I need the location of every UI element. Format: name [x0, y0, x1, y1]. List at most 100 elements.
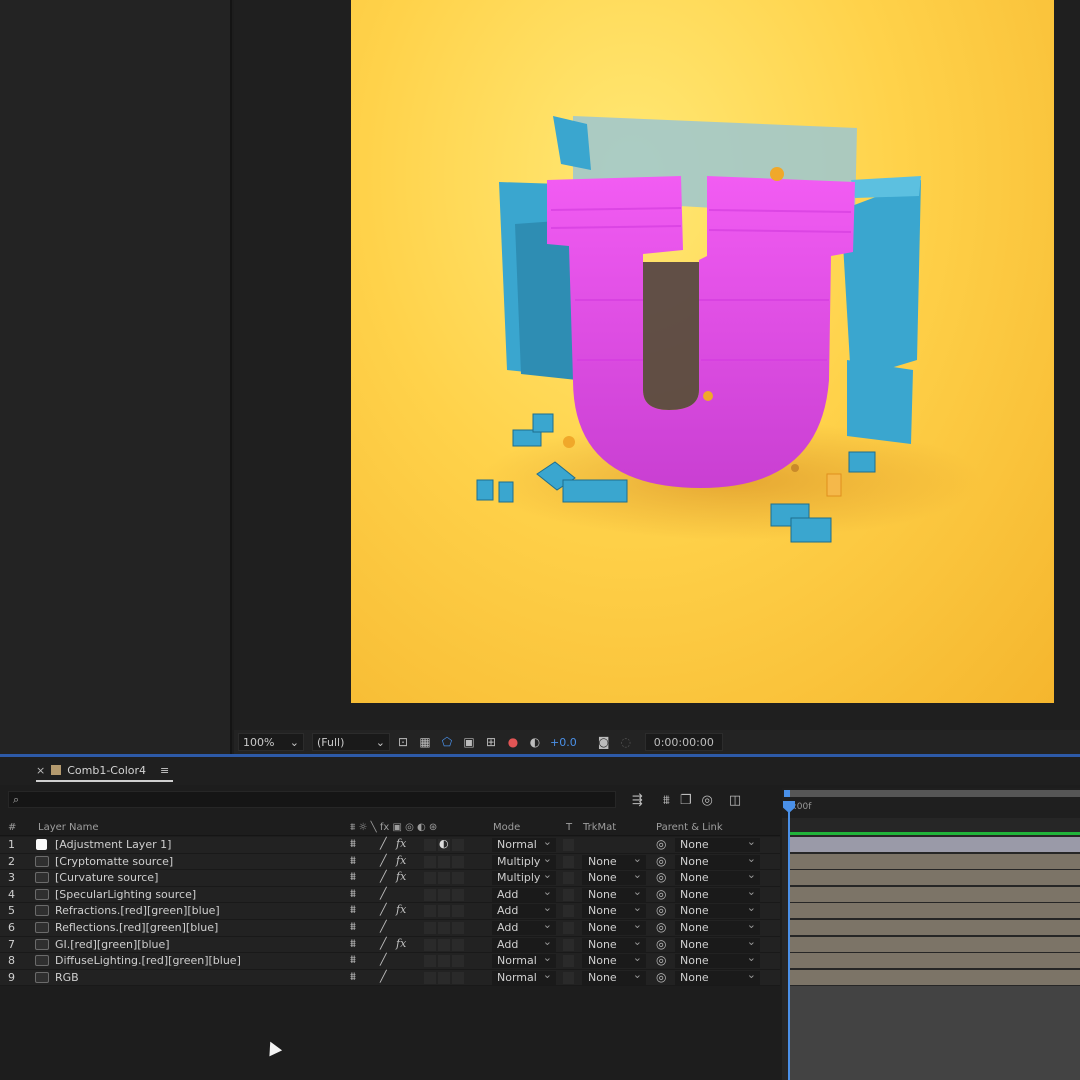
resolution-select[interactable]: (Full) ⌄: [312, 733, 390, 751]
shy-icon[interactable]: ⩩: [350, 953, 356, 967]
panel-menu-icon[interactable]: ≡: [160, 764, 169, 777]
switch-box[interactable]: [424, 855, 436, 868]
switch-box[interactable]: [424, 839, 436, 851]
motion-blur-icon[interactable]: ◎: [702, 793, 713, 808]
close-icon[interactable]: ×: [36, 764, 45, 777]
layer-row[interactable]: 8 DiffuseLighting.[red][green][blue] ⩩ ╱ Nor…: [0, 951, 780, 970]
layer-search-input[interactable]: ⌕: [8, 791, 616, 808]
pick-whip-icon[interactable]: ◎: [656, 970, 666, 984]
switch-box[interactable]: [452, 872, 464, 885]
layer-row[interactable]: 5 Refractions.[red][green][blue] ⩩ ╱ fx Add No…: [0, 901, 780, 920]
pick-whip-icon[interactable]: ◎: [656, 920, 666, 934]
layer-name[interactable]: RGB: [55, 971, 79, 984]
shy-icon[interactable]: ⩩: [350, 903, 356, 917]
composition-mini-flowchart-icon[interactable]: ⇶: [632, 793, 643, 808]
trkmat-select[interactable]: None: [582, 968, 646, 985]
frame-blending-icon[interactable]: ❐: [680, 793, 692, 808]
switch-box[interactable]: [438, 905, 450, 918]
switch-box[interactable]: [452, 888, 464, 901]
trkmat-select[interactable]: None: [582, 935, 646, 952]
mode-select[interactable]: Normal: [492, 951, 556, 969]
preserve-transparency-box[interactable]: [563, 855, 574, 868]
switch-box[interactable]: [452, 905, 464, 918]
layer-name[interactable]: [Curvature source]: [55, 871, 158, 884]
layer-name[interactable]: DiffuseLighting.[red][green][blue]: [55, 954, 241, 967]
layer-row[interactable]: 2 [Cryptomatte source] ⩩ ╱ fx Multiply None ◎ No…: [0, 852, 780, 871]
switch-box[interactable]: [438, 888, 450, 901]
preserve-transparency-box[interactable]: [563, 938, 574, 951]
switch-box[interactable]: [452, 955, 464, 968]
preserve-transparency-box[interactable]: [563, 955, 574, 968]
pick-whip-icon[interactable]: ◎: [656, 953, 666, 967]
effect-icon[interactable]: fx: [396, 837, 406, 850]
mode-select[interactable]: Multiply: [492, 852, 556, 869]
switch-box[interactable]: [438, 921, 450, 934]
preserve-transparency-box[interactable]: [563, 971, 574, 984]
parent-select[interactable]: None: [675, 951, 760, 969]
transparency-grid-icon[interactable]: ▦: [416, 733, 434, 751]
parent-select[interactable]: None: [675, 835, 760, 852]
quality-icon[interactable]: ╱: [380, 903, 387, 916]
trkmat-select[interactable]: None: [582, 885, 646, 902]
channel-icon[interactable]: ●: [504, 733, 522, 751]
layer-duration-bar[interactable]: [789, 920, 1080, 935]
pick-whip-icon[interactable]: ◎: [656, 854, 666, 868]
layer-row[interactable]: 1 [Adjustment Layer 1] ⩩ ╱ fx ◐ Normal ◎ None: [0, 835, 780, 854]
layer-row[interactable]: 6 Reflections.[red][green][blue] ⩩ ╱ Add None…: [0, 918, 780, 937]
layer-row[interactable]: 7 GI.[red][green][blue] ⩩ ╱ fx Add None ◎ None: [0, 935, 780, 954]
mask-path-visibility-icon[interactable]: ⬠: [438, 733, 456, 751]
switch-box[interactable]: [438, 955, 450, 968]
exposure-value[interactable]: +0.0: [550, 736, 577, 749]
snapshot-camera-icon[interactable]: ◙: [595, 733, 613, 751]
switch-box[interactable]: [452, 971, 464, 984]
switch-box[interactable]: [452, 938, 464, 951]
switch-box[interactable]: [424, 938, 436, 951]
pick-whip-icon[interactable]: ◎: [656, 837, 666, 851]
parent-select[interactable]: None: [675, 901, 760, 919]
preserve-transparency-box[interactable]: [563, 872, 574, 885]
mode-select[interactable]: Normal: [492, 968, 556, 985]
switch-box[interactable]: [438, 872, 450, 885]
switch-box[interactable]: [424, 905, 436, 918]
effect-icon[interactable]: fx: [396, 903, 406, 916]
tab-comp[interactable]: × Comb1-Color4 ≡: [36, 760, 174, 782]
layer-duration-bar[interactable]: [789, 936, 1080, 952]
trkmat-select[interactable]: None: [582, 918, 646, 935]
preserve-transparency-box[interactable]: [563, 839, 574, 851]
layer-duration-bar[interactable]: [789, 837, 1080, 852]
mode-select[interactable]: Normal: [492, 835, 556, 852]
shy-layers-icon[interactable]: ⩩: [663, 793, 670, 808]
layer-row[interactable]: 3 [Curvature source] ⩩ ╱ fx Multiply None ◎ None: [0, 868, 780, 887]
mode-select[interactable]: Add: [492, 901, 556, 919]
parent-select[interactable]: None: [675, 885, 760, 902]
switch-box[interactable]: [424, 921, 436, 934]
quality-icon[interactable]: ╱: [380, 937, 387, 950]
preserve-transparency-box[interactable]: [563, 921, 574, 934]
parent-select[interactable]: None: [675, 868, 760, 886]
layer-duration-bar[interactable]: [789, 870, 1080, 886]
effect-icon[interactable]: fx: [396, 854, 406, 867]
quality-icon[interactable]: ╱: [380, 920, 387, 933]
trkmat-select[interactable]: None: [582, 901, 646, 919]
layer-name[interactable]: [Cryptomatte source]: [55, 855, 173, 868]
parent-select[interactable]: None: [675, 918, 760, 935]
fast-previews-icon[interactable]: ⊡: [394, 733, 412, 751]
layer-name[interactable]: [SpecularLighting source]: [55, 888, 196, 901]
effect-icon[interactable]: fx: [396, 937, 406, 950]
mode-select[interactable]: Add: [492, 918, 556, 935]
shy-icon[interactable]: ⩩: [350, 970, 356, 984]
layer-duration-bar[interactable]: [789, 953, 1080, 969]
graph-editor-icon[interactable]: ◫: [729, 793, 741, 808]
work-area-bar[interactable]: [784, 790, 1080, 797]
switch-box[interactable]: [438, 938, 450, 951]
preserve-transparency-box[interactable]: [563, 888, 574, 901]
effect-icon[interactable]: fx: [396, 870, 406, 883]
quality-icon[interactable]: ╱: [380, 970, 387, 983]
layer-duration-bar[interactable]: [789, 853, 1080, 869]
layer-name[interactable]: Reflections.[red][green][blue]: [55, 921, 218, 934]
layer-duration-bar[interactable]: [789, 969, 1080, 985]
show-snapshot-icon[interactable]: ◌: [617, 733, 635, 751]
switch-box[interactable]: [424, 888, 436, 901]
current-time-display[interactable]: 0:00:00:00: [644, 733, 723, 751]
shy-icon[interactable]: ⩩: [350, 920, 356, 934]
